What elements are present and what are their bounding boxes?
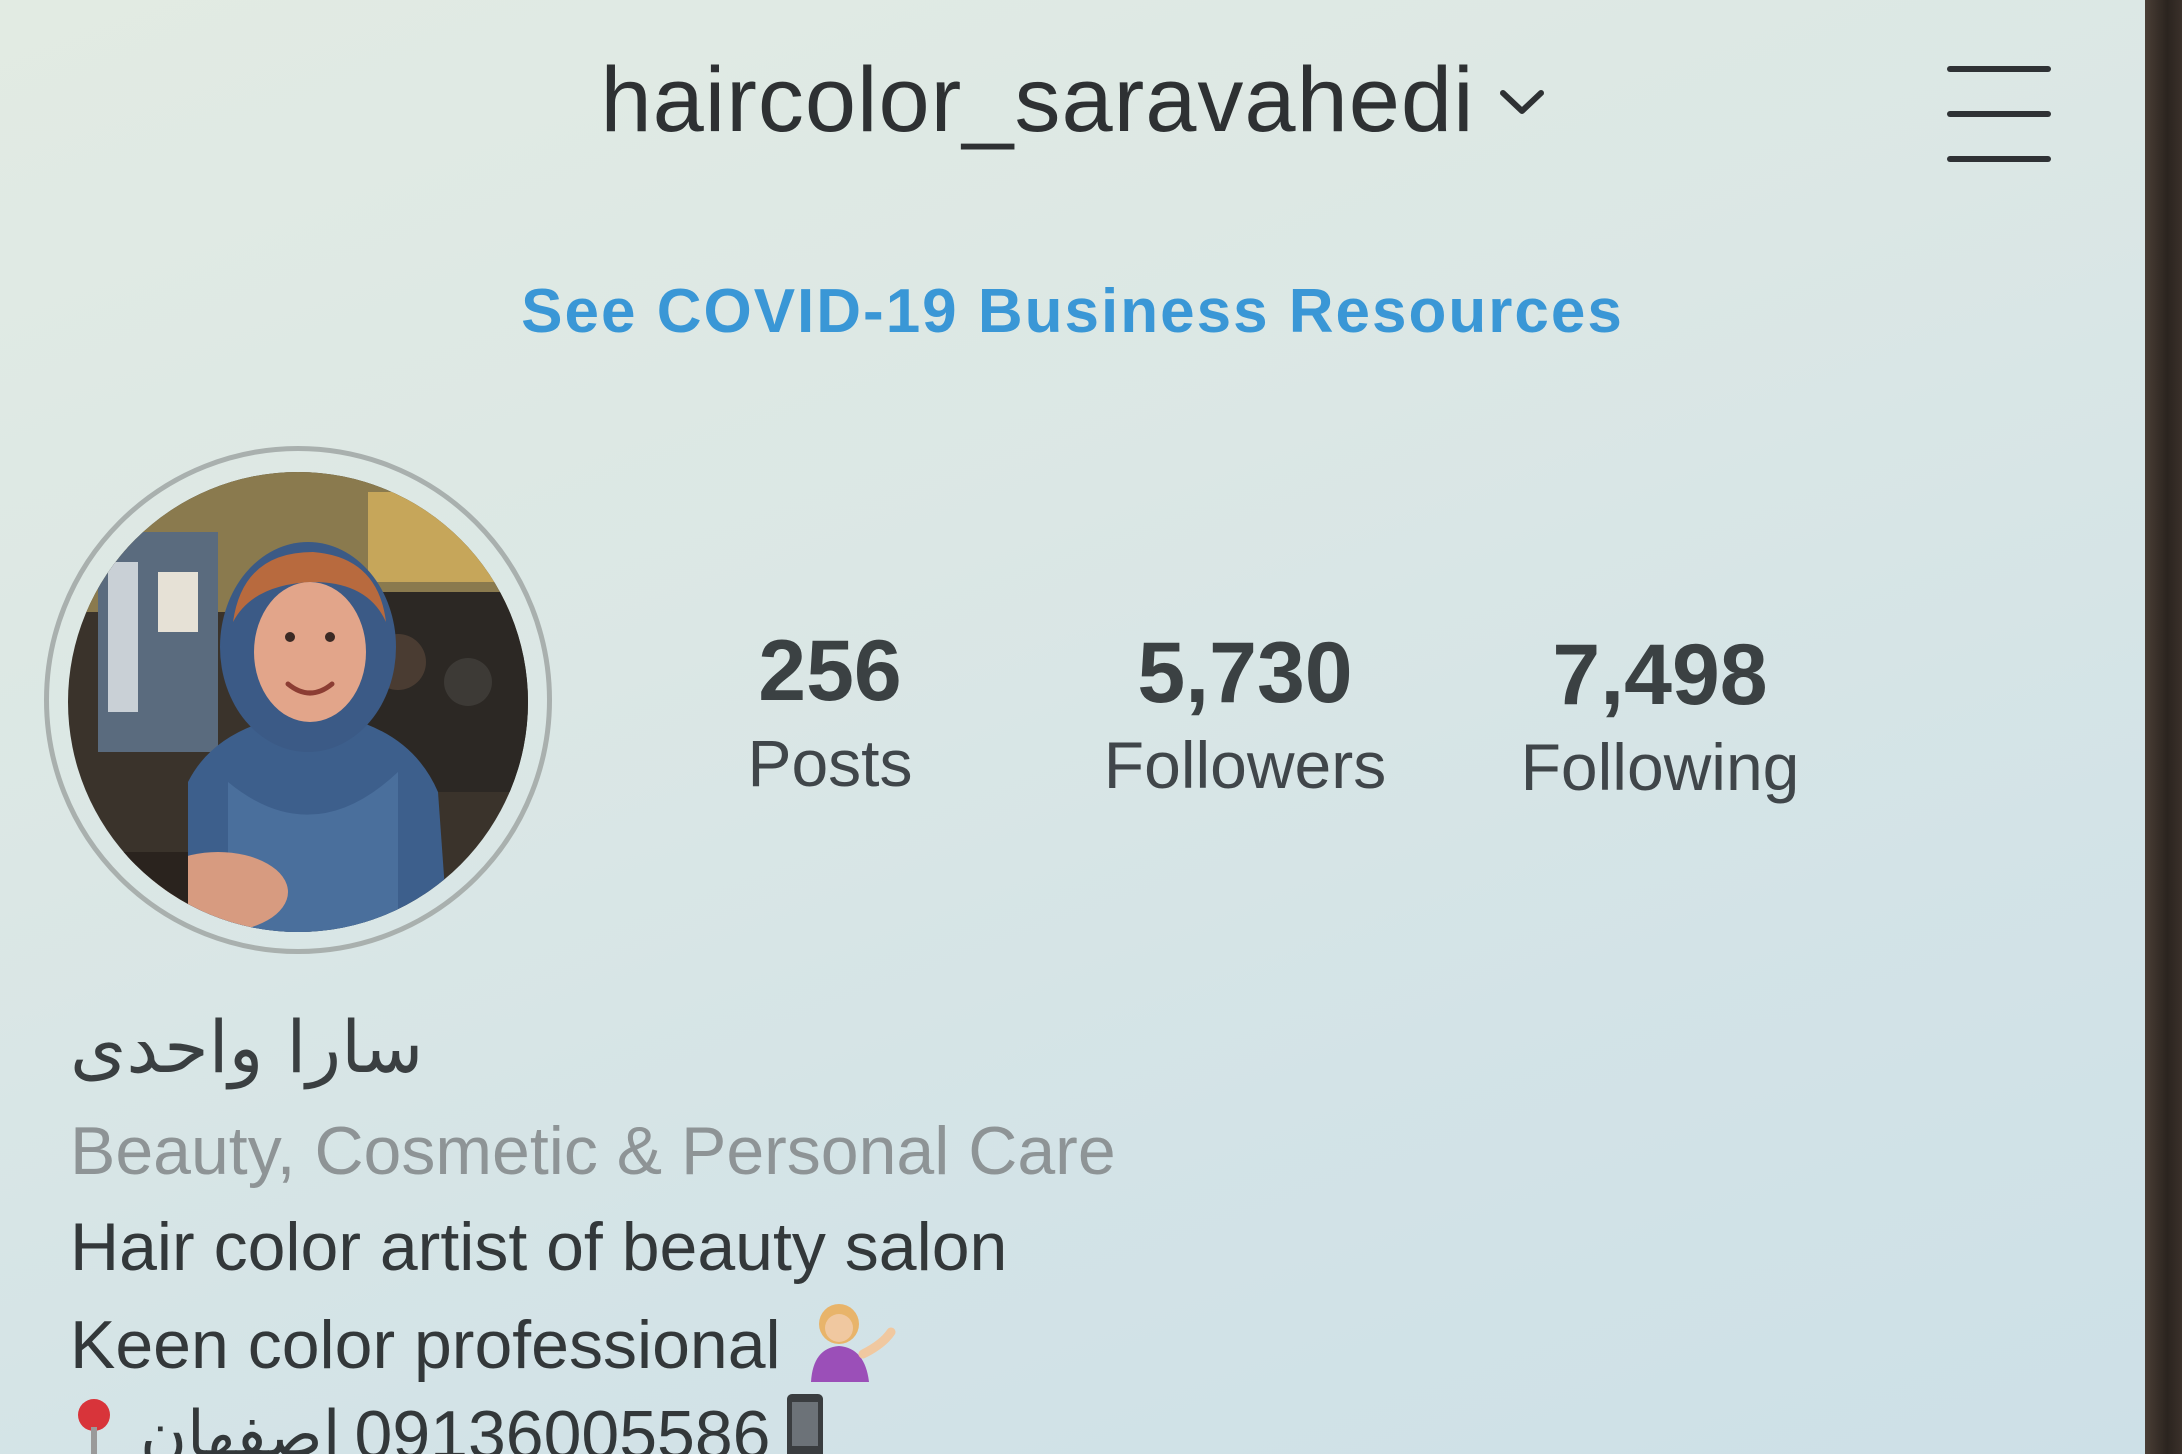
mobile-phone-icon bbox=[785, 1392, 825, 1454]
covid-resources-link[interactable]: See COVID-19 Business Resources bbox=[0, 276, 2145, 347]
followers-count: 5,730 bbox=[1137, 625, 1353, 721]
bio-line-1: Hair color artist of beauty salon bbox=[70, 1209, 1008, 1285]
following-count: 7,498 bbox=[1552, 627, 1768, 723]
location-pin-icon bbox=[70, 1395, 118, 1454]
bio-line-2: Keen color professional bbox=[70, 1302, 899, 1398]
following-label: Following bbox=[1520, 730, 1800, 804]
woman-tipping-hand-emoji bbox=[799, 1302, 899, 1398]
hamburger-menu-icon[interactable] bbox=[1945, 64, 2053, 164]
avatar[interactable] bbox=[68, 472, 528, 932]
username[interactable]: haircolor_saravahedi bbox=[600, 49, 1474, 151]
bio-line-2-text: Keen color professional bbox=[70, 1306, 781, 1383]
display-name: سارا واحدی bbox=[70, 1005, 424, 1089]
bio-phone: 09136005586 bbox=[354, 1397, 771, 1454]
stat-posts[interactable]: 256 Posts bbox=[700, 628, 960, 796]
posts-count: 256 bbox=[758, 623, 902, 719]
posts-label: Posts bbox=[747, 726, 913, 800]
device-bezel bbox=[2145, 0, 2182, 1454]
phone-screen: haircolor_saravahedi See COVID-19 Busine… bbox=[0, 0, 2145, 1454]
stat-following[interactable]: 7,498 Following bbox=[1490, 632, 1830, 800]
business-category: Beauty, Cosmetic & Personal Care bbox=[70, 1113, 1116, 1189]
bio-line-3: اصفهان 09136005586 bbox=[70, 1392, 825, 1454]
bio-location: اصفهان bbox=[140, 1398, 341, 1454]
followers-label: Followers bbox=[1103, 728, 1387, 802]
account-switcher[interactable]: haircolor_saravahedi bbox=[0, 48, 2145, 153]
chevron-down-icon[interactable] bbox=[1499, 87, 1545, 122]
stat-followers[interactable]: 5,730 Followers bbox=[1070, 630, 1420, 798]
